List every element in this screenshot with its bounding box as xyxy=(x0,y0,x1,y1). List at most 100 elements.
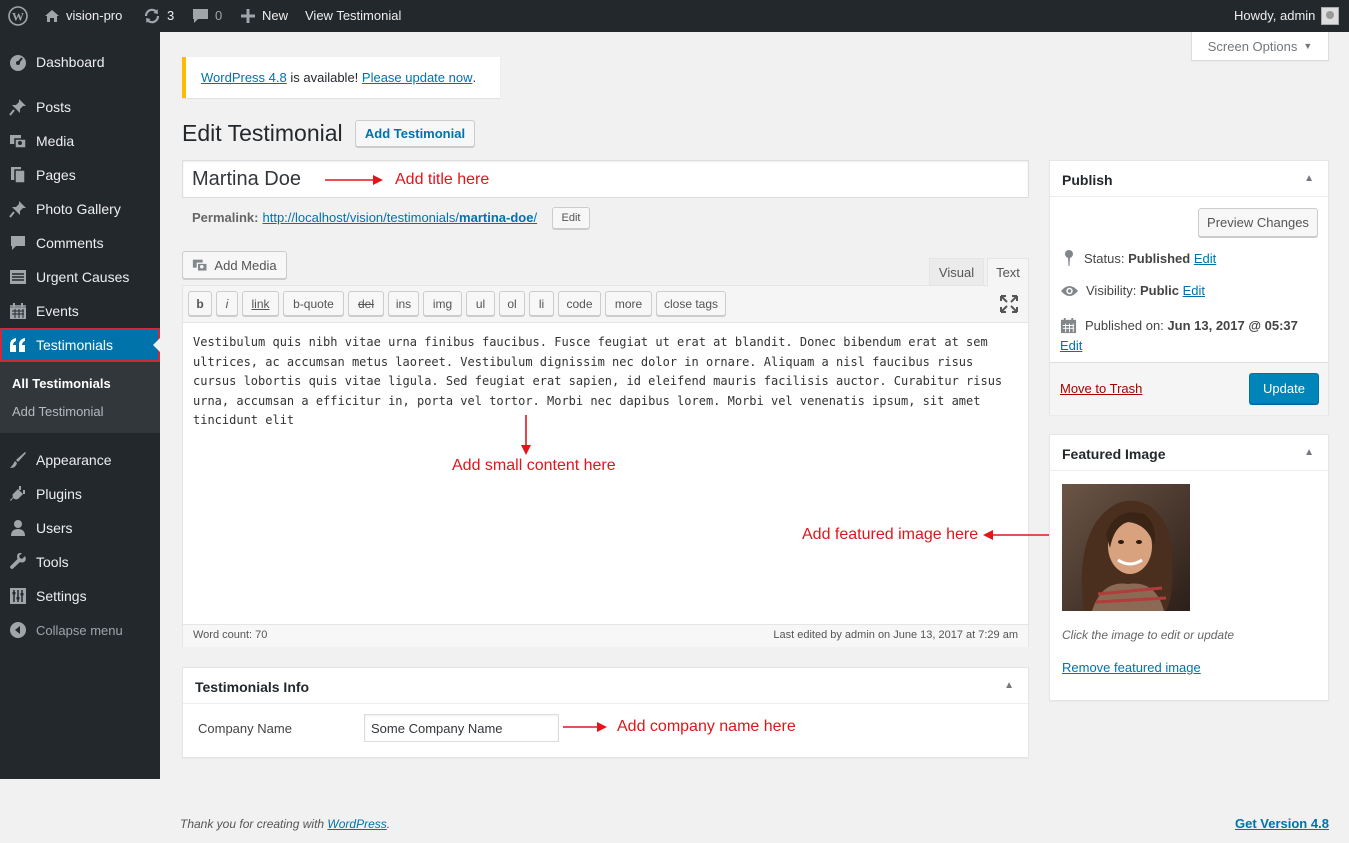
notice-text: is available! xyxy=(286,70,362,85)
tab-visual[interactable]: Visual xyxy=(929,258,984,285)
qt-ins-button[interactable]: ins xyxy=(388,291,419,316)
permalink-end: / xyxy=(533,210,538,225)
toggle-up-icon[interactable]: ▲ xyxy=(1304,173,1314,184)
menu-item-plugins[interactable]: Plugins xyxy=(0,477,160,511)
publish-title: Publish xyxy=(1062,172,1113,188)
calendar-icon xyxy=(0,302,36,320)
qt-more-button[interactable]: more xyxy=(605,291,652,316)
menu-item-settings[interactable]: Settings xyxy=(0,579,160,613)
menu-label: Settings xyxy=(36,588,87,604)
menu-item-posts[interactable]: Posts xyxy=(0,90,160,124)
pin-icon xyxy=(0,200,36,218)
fullscreen-icon[interactable] xyxy=(1000,295,1018,316)
menu-item-dashboard[interactable]: Dashboard xyxy=(0,45,160,79)
menu-item-comments[interactable]: Comments xyxy=(0,226,160,260)
move-to-trash-link[interactable]: Move to Trash xyxy=(1060,381,1142,396)
title-input[interactable]: Martina Doe xyxy=(182,160,1029,198)
wordpress-logo[interactable]: W xyxy=(8,0,28,32)
caret-down-icon: ▼ xyxy=(1303,41,1313,51)
company-name-label: Company Name xyxy=(198,721,292,736)
comment-icon xyxy=(0,234,36,252)
menu-item-photo-gallery[interactable]: Photo Gallery xyxy=(0,192,160,226)
qt-ul-button[interactable]: ul xyxy=(466,291,495,316)
menu-label: Photo Gallery xyxy=(36,201,121,217)
account-menu[interactable]: Howdy, admin xyxy=(1234,0,1340,32)
add-testimonial-button[interactable]: Add Testimonial xyxy=(355,120,475,147)
menu-item-tools[interactable]: Tools xyxy=(0,545,160,579)
wrench-icon xyxy=(0,553,36,571)
status-value: Published xyxy=(1128,250,1191,266)
plug-icon xyxy=(0,485,36,503)
qt-img-button[interactable]: img xyxy=(423,291,462,316)
publish-box-header[interactable]: Publish ▲ xyxy=(1050,161,1328,197)
updates-link[interactable]: 3 xyxy=(143,0,174,32)
company-name-input[interactable]: Some Company Name xyxy=(364,714,559,742)
update-notice: WordPress 4.8 is available! Please updat… xyxy=(182,57,500,98)
visibility-row: Visibility: Public Edit xyxy=(1060,283,1205,298)
permalink-slug: martina-doe xyxy=(459,210,534,225)
new-content-link[interactable]: New xyxy=(240,0,288,32)
menu-item-testimonials[interactable]: Testimonials xyxy=(0,328,161,362)
wordpress-version-link[interactable]: WordPress 4.8 xyxy=(201,70,287,85)
status-label: Status: xyxy=(1084,250,1125,266)
list-icon xyxy=(0,268,36,286)
collapse-icon xyxy=(0,621,36,639)
status-edit-link[interactable]: Edit xyxy=(1194,251,1216,266)
menu-label: Appearance xyxy=(36,452,112,468)
menu-item-media[interactable]: Media xyxy=(0,124,160,158)
menu-label: Tools xyxy=(36,554,69,570)
qt-ol-button[interactable]: ol xyxy=(499,291,525,316)
toggle-up-icon[interactable]: ▲ xyxy=(1304,447,1314,458)
editor-textarea[interactable]: Vestibulum quis nibh vitae urna finibus … xyxy=(193,333,1008,431)
submenu-add-testimonial[interactable]: Add Testimonial xyxy=(12,404,104,419)
permalink-row: Permalink: http://localhost/vision/testi… xyxy=(192,210,537,225)
featured-image-thumbnail[interactable] xyxy=(1062,484,1190,611)
menu-item-urgent-causes[interactable]: Urgent Causes xyxy=(0,260,160,294)
menu-item-users[interactable]: Users xyxy=(0,511,160,545)
add-media-label: Add Media xyxy=(214,257,277,273)
screen-options-button[interactable]: Screen Options ▼ xyxy=(1191,32,1329,61)
site-name-link[interactable]: vision-pro xyxy=(44,0,122,32)
view-testimonial-link[interactable]: View Testimonial xyxy=(305,0,401,32)
permalink-link[interactable]: http://localhost/vision/testimonials/mar… xyxy=(262,210,537,225)
qt-italic-button[interactable]: i xyxy=(216,291,238,316)
qt-del-button[interactable]: del xyxy=(348,291,384,316)
updates-count: 3 xyxy=(167,8,175,23)
qt-bold-button[interactable]: b xyxy=(188,291,212,316)
qt-code-button[interactable]: code xyxy=(558,291,601,316)
collapse-menu-button[interactable]: Collapse menu xyxy=(0,613,160,647)
menu-label: Comments xyxy=(36,235,104,251)
permalink-edit-button[interactable]: Edit xyxy=(552,207,590,229)
comments-link[interactable]: 0 xyxy=(192,0,222,32)
remove-featured-image-link[interactable]: Remove featured image xyxy=(1062,660,1201,675)
menu-item-events[interactable]: Events xyxy=(0,294,160,328)
info-box-header[interactable]: Testimonials Info ▲ xyxy=(183,668,1028,704)
menu-item-appearance[interactable]: Appearance xyxy=(0,443,160,477)
update-button[interactable]: Update xyxy=(1249,373,1319,404)
qt-bquote-button[interactable]: b-quote xyxy=(283,291,344,316)
avatar xyxy=(1321,7,1340,25)
eye-icon xyxy=(1060,284,1079,298)
preview-changes-button[interactable]: Preview Changes xyxy=(1198,208,1318,237)
qt-close-tags-button[interactable]: close tags xyxy=(656,291,726,316)
submenu-all-testimonials[interactable]: All Testimonials xyxy=(12,376,111,391)
page-title: Edit Testimonial xyxy=(182,120,343,146)
add-media-button[interactable]: Add Media xyxy=(182,251,287,279)
howdy-text: Howdy, admin xyxy=(1234,8,1316,23)
footer-wordpress-link[interactable]: WordPress xyxy=(327,817,386,831)
qt-link-button[interactable]: link xyxy=(242,291,279,316)
toggle-up-icon[interactable]: ▲ xyxy=(1004,680,1014,691)
get-version-link[interactable]: Get Version 4.8 xyxy=(1235,816,1329,831)
update-now-link[interactable]: Please update now xyxy=(362,70,473,85)
tab-text[interactable]: Text xyxy=(987,258,1029,286)
comment-bubble-icon xyxy=(192,8,209,24)
permalink-base: http://localhost/vision/testimonials/ xyxy=(262,210,460,225)
featured-box-header[interactable]: Featured Image ▲ xyxy=(1050,435,1328,471)
published-edit-link[interactable]: Edit xyxy=(1060,338,1082,353)
visibility-edit-link[interactable]: Edit xyxy=(1183,283,1205,298)
title-arrow xyxy=(325,172,385,191)
qt-li-button[interactable]: li xyxy=(529,291,554,316)
screen-options-label: Screen Options xyxy=(1207,38,1298,54)
menu-label: Pages xyxy=(36,167,76,183)
menu-item-pages[interactable]: Pages xyxy=(0,158,160,192)
